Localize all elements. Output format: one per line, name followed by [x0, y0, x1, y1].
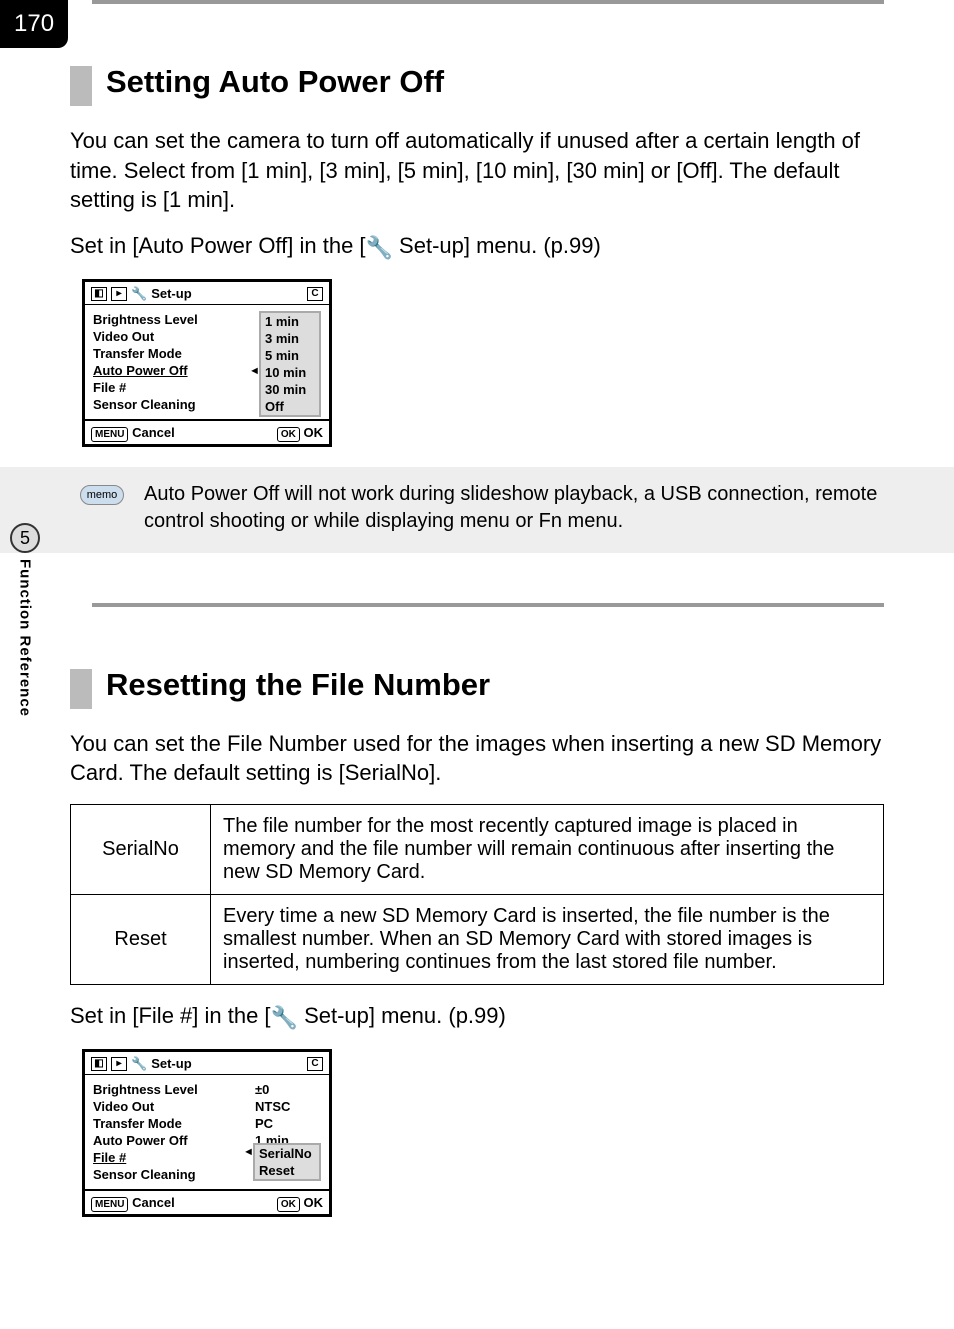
wrench-icon: 🔧 [271, 1003, 298, 1033]
accent-bar-icon [70, 669, 92, 709]
page-number: 170 [0, 0, 68, 48]
option-item: 1 min [261, 313, 319, 330]
section-title: Setting Auto Power Off [106, 64, 444, 100]
wrench-icon: 🔧 [366, 233, 393, 263]
table-desc: Every time a new SD Memory Card is inser… [211, 895, 884, 985]
table-desc: The file number for the most recently ca… [211, 805, 884, 895]
text-fragment: Set-up] menu. (p.99) [393, 233, 601, 258]
text-fragment: Set in [File #] in the [ [70, 1003, 271, 1028]
section-title: Resetting the File Number [106, 667, 490, 703]
tab-c-icon: C [307, 1057, 323, 1071]
menu-row-brightness: Brightness Level±0 [93, 1081, 325, 1098]
camera-menu-screenshot: ◧ ▸ 🔧 Set-up C Brightness Level±0 Video … [82, 1049, 332, 1217]
side-tab: 5 Function Reference [10, 523, 40, 717]
options-popup: SerialNo Reset [253, 1143, 321, 1181]
camera-menu-screenshot: ◧ ▸ 🔧 Set-up C Brightness Level Video Ou… [82, 279, 332, 447]
memo-callout: memo Auto Power Off will not work during… [0, 467, 954, 553]
wrench-icon: 🔧 [131, 1056, 147, 1072]
body-paragraph: Set in [File #] in the [🔧 Set-up] menu. … [70, 1001, 884, 1033]
memo-text: Auto Power Off will not work during slid… [144, 481, 934, 535]
menu-row-transfer-mode: Transfer ModePC [93, 1115, 325, 1132]
option-item-selected: 10 min [261, 364, 319, 381]
cancel-label: Cancel [132, 1195, 175, 1210]
section-heading: Resetting the File Number [70, 667, 884, 729]
camera-icon: ◧ [91, 1057, 107, 1071]
wrench-icon: 🔧 [131, 286, 147, 302]
section-divider [92, 0, 884, 4]
menu-button-icon: MENU [91, 427, 128, 442]
option-item: 5 min [261, 347, 319, 364]
ok-label: OK [304, 425, 324, 440]
table-key: SerialNo [71, 805, 211, 895]
text-fragment: Set in [Auto Power Off] in the [ [70, 233, 366, 258]
option-item: Reset [255, 1162, 319, 1179]
ok-button-icon: OK [277, 427, 300, 442]
memo-icon: memo [80, 485, 124, 505]
table-key: Reset [71, 895, 211, 985]
ok-label: OK [304, 1195, 324, 1210]
accent-bar-icon [70, 66, 92, 106]
chapter-label: Function Reference [17, 559, 34, 717]
option-item-selected: SerialNo [255, 1145, 319, 1162]
play-icon: ▸ [111, 287, 127, 301]
body-paragraph: You can set the File Number used for the… [70, 729, 884, 788]
section-divider [92, 603, 884, 607]
section-heading: Setting Auto Power Off [70, 64, 884, 126]
body-paragraph: You can set the camera to turn off autom… [70, 126, 884, 215]
option-item: 30 min [261, 381, 319, 398]
menu-row-video-out: Video OutNTSC [93, 1098, 325, 1115]
text-fragment: Set-up] menu. (p.99) [298, 1003, 506, 1028]
menu-title: Set-up [151, 1056, 191, 1071]
chapter-number-icon: 5 [10, 523, 40, 553]
ok-button-icon: OK [277, 1197, 300, 1212]
table-row: SerialNo The file number for the most re… [71, 805, 884, 895]
options-popup: 1 min 3 min 5 min 10 min 30 min Off [259, 311, 321, 417]
menu-title: Set-up [151, 286, 191, 301]
play-icon: ▸ [111, 1057, 127, 1071]
body-paragraph: Set in [Auto Power Off] in the [🔧 Set-up… [70, 231, 884, 263]
menu-button-icon: MENU [91, 1197, 128, 1212]
table-row: Reset Every time a new SD Memory Card is… [71, 895, 884, 985]
file-number-table: SerialNo The file number for the most re… [70, 804, 884, 985]
option-item: Off [261, 398, 319, 415]
option-item: 3 min [261, 330, 319, 347]
camera-icon: ◧ [91, 287, 107, 301]
cancel-label: Cancel [132, 425, 175, 440]
tab-c-icon: C [307, 287, 323, 301]
